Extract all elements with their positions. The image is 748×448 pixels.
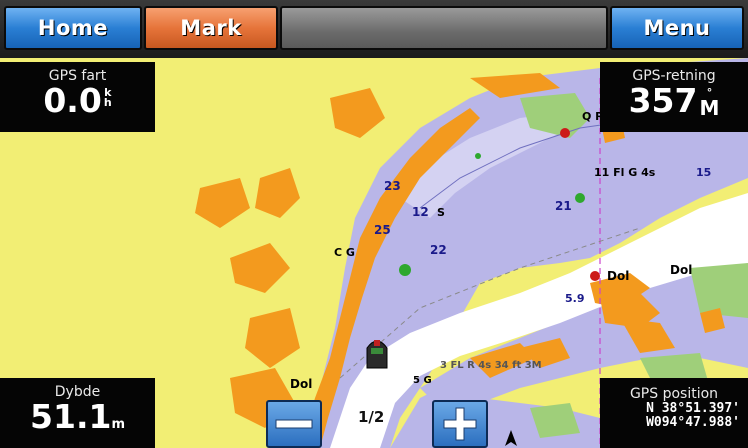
- green-buoy: [575, 193, 585, 203]
- dol-label-3: Dol: [290, 377, 312, 391]
- zoom-out-button[interactable]: [266, 400, 322, 448]
- mark-button[interactable]: Mark: [144, 6, 278, 50]
- green-buoy-2: [399, 264, 411, 276]
- depth-23: 23: [384, 179, 401, 193]
- position-panel[interactable]: GPS position N 38°51.397' W094°47.988': [600, 378, 748, 448]
- speed-unit: kh: [103, 86, 112, 109]
- light-label-11: 11 Fl G 4s: [594, 166, 656, 179]
- speed-value: 0.0: [43, 81, 102, 120]
- depth-unit: m: [111, 417, 125, 432]
- zoom-scale: 1/2: [358, 408, 385, 426]
- light-label-3: 3 FL R 4s 34 ft 3M: [440, 360, 542, 371]
- latitude-value: N 38°51.397': [646, 401, 740, 416]
- heading-value: 357: [628, 81, 698, 120]
- longitude-value: W094°47.988': [646, 415, 740, 430]
- home-button[interactable]: Home: [4, 6, 142, 50]
- boat-icon: [366, 340, 388, 369]
- depth-22: 22: [430, 243, 447, 257]
- minus-icon: [275, 419, 313, 429]
- heading-unit: ° M: [699, 86, 720, 120]
- speed-panel[interactable]: GPS fart 0.0 k h: [0, 62, 155, 132]
- bottom-s: S: [437, 206, 445, 219]
- zoom-in-button[interactable]: [432, 400, 488, 448]
- depth-25: 25: [374, 223, 391, 237]
- cg-label: C G: [334, 246, 355, 259]
- dol-label-1: Dol: [607, 269, 629, 283]
- buoy-label-5g: 5 G: [413, 375, 432, 386]
- toolbar-spacer: [280, 6, 608, 50]
- depth-panel[interactable]: Dybde 51.1m: [0, 378, 155, 448]
- menu-button[interactable]: Menu: [610, 6, 744, 50]
- depth-59: 5.9: [565, 292, 585, 305]
- red-buoy-2: [590, 271, 600, 281]
- heading-panel[interactable]: GPS-retning 357 ° M: [600, 62, 748, 132]
- dol-label-2: Dol: [670, 263, 692, 277]
- red-buoy: [560, 128, 570, 138]
- chartplotter-screen: 23 12 S 25 22 21 C G 11 Fl G 4s 15 Q R D…: [0, 0, 748, 448]
- plus-icon: [443, 407, 477, 441]
- depth-value: 51.1: [30, 397, 112, 436]
- depth-15: 15: [696, 166, 711, 179]
- depth-12: 12: [412, 205, 429, 219]
- green-buoy-3: [475, 153, 481, 159]
- position-label: GPS position: [629, 386, 719, 402]
- depth-21: 21: [555, 199, 572, 213]
